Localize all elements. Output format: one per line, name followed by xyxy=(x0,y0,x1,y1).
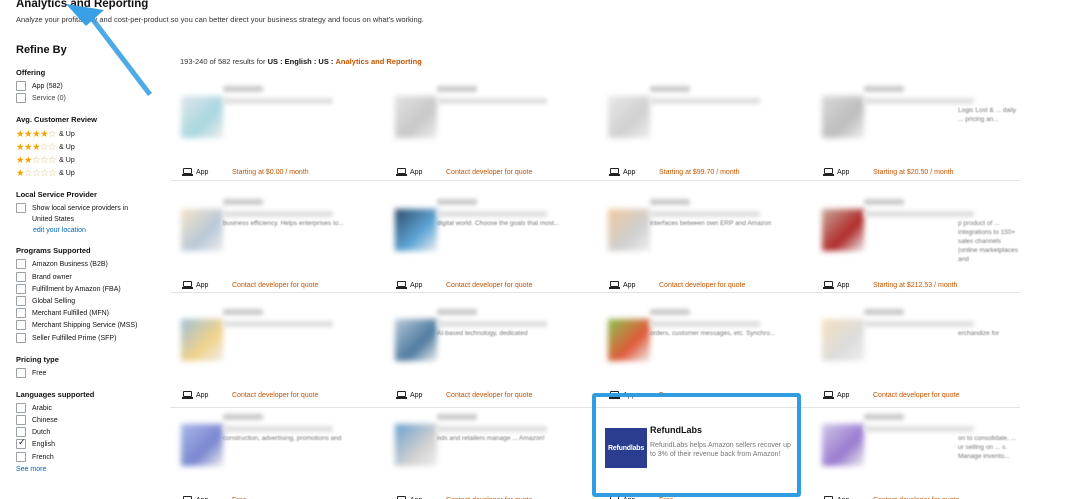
annotation-arrow xyxy=(66,4,152,96)
